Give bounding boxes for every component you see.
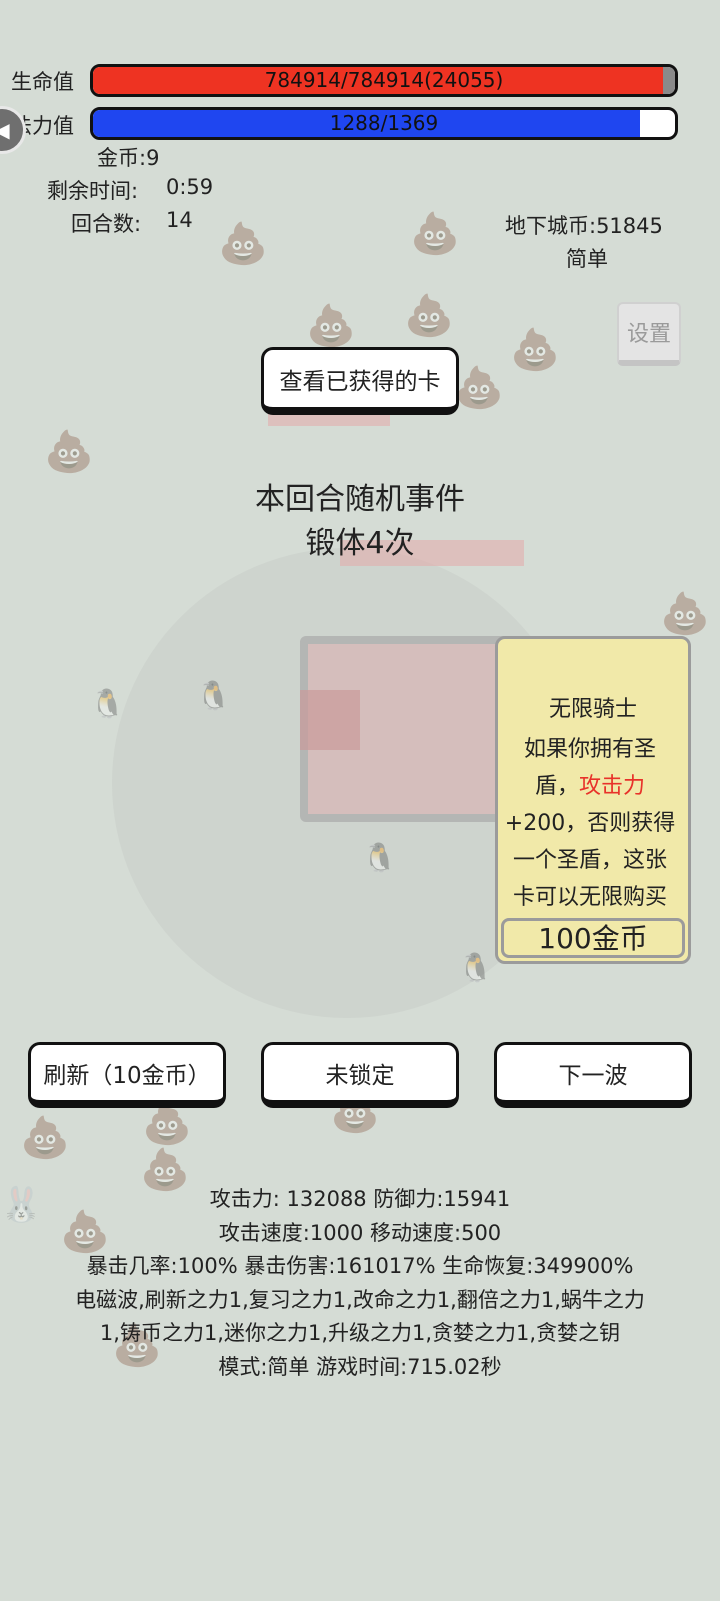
poop-decor-icon: 💩: [44, 429, 94, 475]
pig-snout: [300, 690, 360, 750]
hp-value: 784914/784914(24055): [264, 68, 504, 92]
difficulty-label: 简单: [566, 247, 608, 271]
poop-decor-icon: 💩: [142, 1101, 192, 1147]
card-desc-line: 卡可以无限购买: [512, 885, 667, 910]
stats-line: 攻击速度:1000 移动速度:500: [218, 1220, 502, 1245]
player-stats: 攻击力: 132088 防御力:15941 攻击速度:1000 移动速度:500…: [0, 1183, 720, 1384]
round-value: 14: [166, 208, 193, 232]
hp-label: 生命值: [11, 70, 74, 94]
stats-line: 模式:简单 游戏时间:715.02秒: [218, 1354, 502, 1379]
card-desc-line: 如果你拥有圣: [523, 737, 656, 762]
card-price-button[interactable]: 100金币: [501, 918, 685, 958]
shop-card[interactable]: 无限骑士 如果你拥有圣 盾，攻击力 +200，否则获得 一个圣盾，这张 卡可以无…: [495, 636, 691, 964]
event-title: 本回合随机事件: [255, 482, 465, 517]
poop-decor-icon: 💩: [218, 221, 268, 267]
view-cards-button[interactable]: 查看已获得的卡: [261, 347, 459, 415]
lock-button[interactable]: 未锁定: [261, 1042, 459, 1108]
poop-decor-icon: 💩: [306, 303, 356, 349]
mp-bar: 1288/1369: [90, 107, 678, 140]
hp-bar: 784914/784914(24055): [90, 64, 678, 97]
card-description: 如果你拥有圣 盾，攻击力 +200，否则获得 一个圣盾，这张 卡可以无限购买: [498, 731, 688, 916]
penguin-decor-icon: 🐧: [90, 687, 125, 720]
penguin-decor-icon: 🐧: [362, 841, 397, 874]
stats-line: 攻击力: 132088 防御力:15941: [209, 1187, 511, 1211]
event-detail: 锻体4次: [305, 526, 415, 561]
penguin-decor-icon: 🐧: [458, 951, 493, 984]
settings-button[interactable]: 设置: [617, 302, 681, 366]
next-wave-button[interactable]: 下一波: [494, 1042, 692, 1108]
card-desc-line: 一个圣盾，这张: [512, 848, 667, 873]
time-left-value: 0:59: [166, 175, 214, 199]
dungeon-coins: 地下城币:51845: [505, 214, 663, 238]
mp-value: 1288/1369: [329, 111, 439, 135]
card-desc-line: 盾，攻击力: [498, 768, 688, 805]
poop-decor-icon: 💩: [660, 591, 710, 637]
poop-decor-icon: 💩: [410, 211, 460, 257]
gold-counter: 金币:9: [97, 146, 160, 170]
penguin-decor-icon: 🐧: [196, 679, 231, 712]
poop-decor-icon: 💩: [20, 1115, 70, 1161]
stats-line: 电磁波,刷新之力1,复习之力1,改命之力1,翻倍之力1,蜗牛之力: [75, 1287, 645, 1312]
time-left-label: 剩余时间:: [47, 179, 139, 203]
round-label: 回合数:: [71, 212, 142, 236]
poop-decor-icon: 💩: [510, 327, 560, 373]
card-name: 无限骑士: [548, 697, 637, 722]
card-desc-text: 盾，: [534, 774, 579, 799]
card-desc-line: +200，否则获得: [504, 811, 676, 836]
refresh-button[interactable]: 刷新（10金币）: [28, 1042, 226, 1108]
poop-decor-icon: 💩: [454, 365, 504, 411]
stats-line: 1,铸币之力1,迷你之力1,升级之力1,贪婪之力1,贪婪之钥: [99, 1321, 621, 1345]
stats-line: 暴击几率:100% 暴击伤害:161017% 生命恢复:349900%: [86, 1254, 634, 1278]
poop-decor-icon: 💩: [404, 293, 454, 339]
card-desc-highlight: 攻击力: [579, 774, 646, 799]
game-screen: 💩 💩 💩 💩 💩 💩 💩 💩 💩 💩 💩 💩 💩 💩 🐰 🐧 🐧 🐧 🐧 生命…: [0, 0, 720, 1601]
